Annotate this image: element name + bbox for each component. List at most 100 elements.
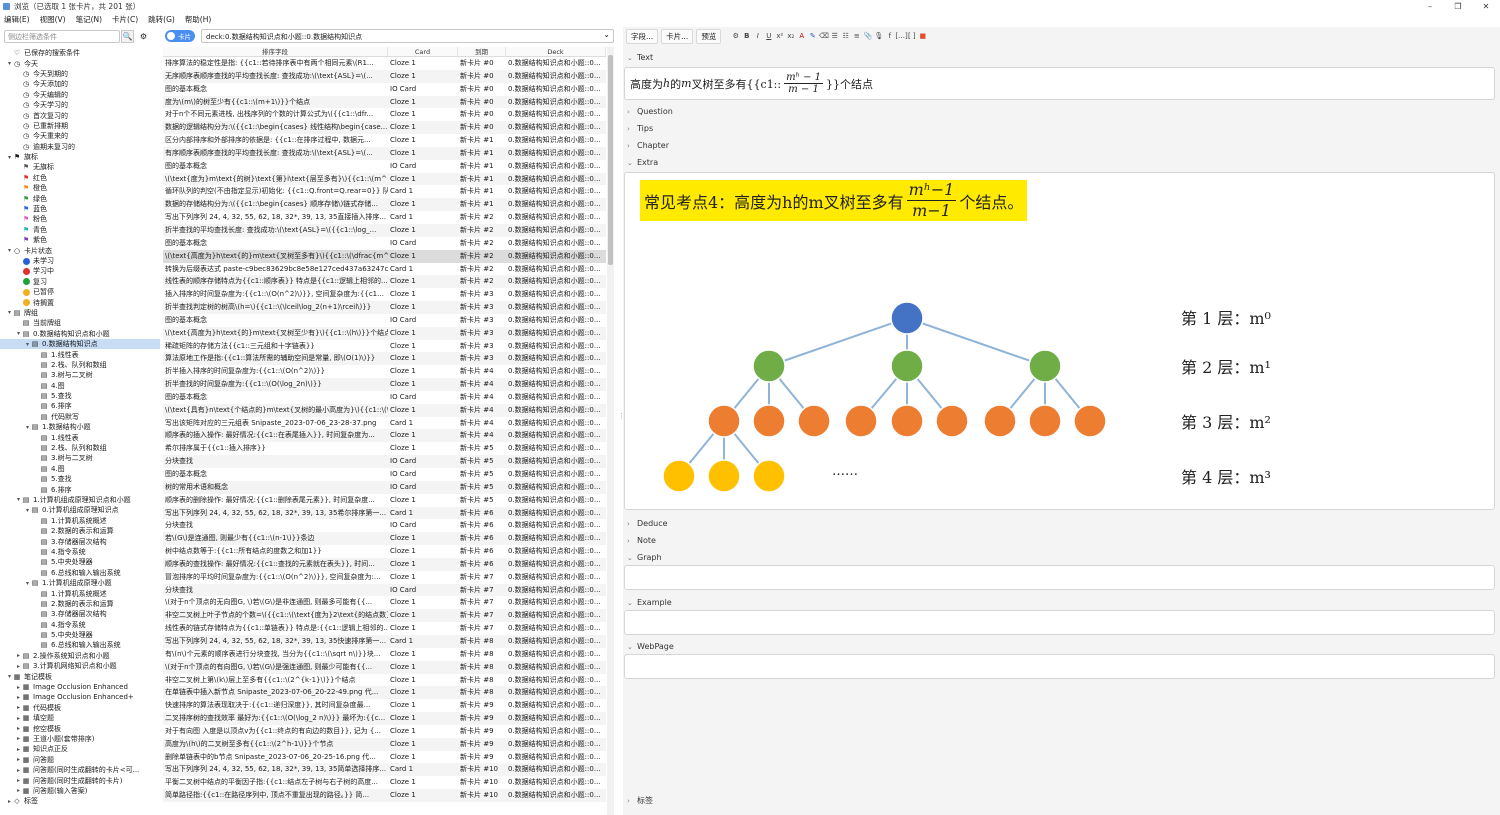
- chevron-down-icon[interactable]: ▾: [24, 507, 31, 514]
- sidebar-item[interactable]: ◷ 今天添加的: [0, 79, 160, 89]
- sidebar-item[interactable]: ▾ ○ 卡片状态: [0, 245, 160, 255]
- chevron-down-icon[interactable]: ⌄: [627, 159, 637, 167]
- sidebar-options-icon[interactable]: ⚙: [137, 30, 150, 43]
- sidebar-item[interactable]: ⚑ 蓝色: [0, 204, 160, 214]
- tags-label[interactable]: › 标签: [627, 795, 653, 806]
- chevron-down-icon[interactable]: ⌄: [627, 643, 637, 651]
- chevron-right-icon[interactable]: ▸: [15, 663, 22, 670]
- sidebar-item[interactable]: 复习: [0, 277, 160, 287]
- sidebar-item[interactable]: ▸ ▦ 王道小题(套带排序): [0, 734, 160, 744]
- sidebar-item[interactable]: ▤ 3.存储器层次结构: [0, 536, 160, 546]
- field-label-webpage[interactable]: ⌄ WebPage: [627, 642, 674, 651]
- sidebar-item[interactable]: ▾ ◷ 今天: [0, 58, 160, 68]
- table-row[interactable]: 稀疏矩阵的存储方法{{c1::三元组和十字链表}} Cloze 1 新卡片 #3 0.…: [163, 340, 606, 353]
- table-row[interactable]: 折半查找判定树的树高\(h=\){{c1::\(\lceil\log_2(n+1…: [163, 301, 606, 314]
- sidebar-item[interactable]: ◷ 逾期未复习的: [0, 142, 160, 152]
- sidebar-item[interactable]: ⚑ 紫色: [0, 235, 160, 245]
- sidebar-item[interactable]: ▤ 6.总线和输入输出系统: [0, 568, 160, 578]
- sidebar-item[interactable]: ▾ ▤ 0.数据结构知识点: [0, 338, 160, 350]
- column-deck[interactable]: Deck: [506, 47, 606, 56]
- table-row[interactable]: 冒泡排序的平均时间复杂度为:{{c1::\(O(n^2)\)}}, 空间复杂度为…: [163, 571, 606, 584]
- sidebar-item[interactable]: ▸ ▦ Image Occlusion Enhanced: [0, 682, 160, 692]
- sidebar-item[interactable]: ▤ 5.中央处理器: [0, 557, 160, 567]
- table-row[interactable]: 快速排序的算法表现取决于:{{c1::递归深度}}, 其时间复杂度最... Clo…: [163, 699, 606, 712]
- chevron-down-icon[interactable]: ⌄: [603, 30, 610, 39]
- sidebar-item[interactable]: 学习中: [0, 266, 160, 276]
- chevron-down-icon[interactable]: ▾: [24, 580, 31, 587]
- column-sort-field[interactable]: 排序字段: [163, 47, 388, 56]
- sidebar-item[interactable]: ▸ ▦ 知识点正反: [0, 744, 160, 754]
- sidebar-item[interactable]: ▤ 1.线性表: [0, 349, 160, 359]
- sidebar-item[interactable]: ◷ 今天到期的: [0, 69, 160, 79]
- table-row[interactable]: 折半查找的时间复杂度为:{{c1::\(O(\log_2n)\)}} Cloze …: [163, 378, 606, 391]
- table-row[interactable]: 对于有向图 入度是以顶点v为{{c1::终点的有向边的数目}}, 记为 {...…: [163, 725, 606, 738]
- sidebar-item[interactable]: ⚑ 无旗标: [0, 162, 160, 172]
- bullet-list-icon[interactable]: ☰: [829, 32, 840, 40]
- sidebar-item[interactable]: ▸ ▦ Image Occlusion Enhanced+: [0, 692, 160, 702]
- menu-view[interactable]: 视图(V): [40, 14, 66, 25]
- sidebar-item[interactable]: ▾ ▤ 1.数据结构小题: [0, 422, 160, 432]
- sidebar-item[interactable]: ▸ ▦ 填空题: [0, 713, 160, 723]
- table-row[interactable]: 写出下列序列 24, 4, 32, 55, 62, 18, 32*, 39, 1…: [163, 763, 606, 777]
- table-row[interactable]: \(对于n个顶点的无向图G, \)若\(G\)是非连通图, 则最多可能有{{..…: [163, 596, 606, 609]
- stop-icon[interactable]: ■: [917, 32, 928, 40]
- sidebar-item[interactable]: ▤ 代码默写: [0, 412, 160, 422]
- table-row[interactable]: 图的基本概念 IO Card 新卡片 #4 0.数据结构知识点和小题::0...: [163, 391, 606, 404]
- chevron-right-icon[interactable]: ▸: [15, 756, 22, 763]
- table-row[interactable]: 图的基本概念 IO Card 新卡片 #3 0.数据结构知识点和小题::0...: [163, 314, 606, 327]
- chevron-down-icon[interactable]: ⌄: [627, 54, 637, 62]
- chevron-right-icon[interactable]: ›: [627, 108, 637, 116]
- table-row[interactable]: 插入排序的时间复杂度为:{{c1::\(O(n^2)\)}}, 空间复杂度为:{…: [163, 288, 606, 301]
- field-label-example[interactable]: ⌄ Example: [627, 598, 672, 607]
- table-row[interactable]: 分块查找 IO Card 新卡片 #7 0.数据结构知识点和小题::0...: [163, 583, 606, 597]
- table-row[interactable]: 图的基本概念 IO Card 新卡片 #1 0.数据结构知识点和小题::0...: [163, 160, 606, 173]
- cards-button[interactable]: 卡片...: [661, 28, 694, 44]
- chevron-right-icon[interactable]: ▸: [15, 704, 22, 711]
- field-label-question[interactable]: › Question: [627, 107, 673, 116]
- superscript-icon[interactable]: x²: [774, 32, 785, 40]
- column-card[interactable]: Card: [388, 47, 458, 56]
- italic-icon[interactable]: I: [752, 32, 763, 40]
- sidebar-item[interactable]: ⚑ 红色: [0, 173, 160, 183]
- table-row[interactable]: 若\(G\)是连通图, 则最少有{{c1::\(n-1\)}}条边 Cloze 1…: [163, 532, 606, 546]
- chevron-down-icon[interactable]: ▾: [15, 330, 22, 337]
- sidebar-item[interactable]: ⚑ 绿色: [0, 193, 160, 203]
- table-row[interactable]: 非空二叉树上第\(k\)层上至多有{{c1::\(2^{k-1}\)}}个结点 C…: [163, 674, 606, 687]
- sidebar-item[interactable]: ▤ 3.存储器层次结构: [0, 609, 160, 619]
- webpage-field-editor[interactable]: [624, 654, 1495, 679]
- extra-field-editor[interactable]: 常见考点4：高度为h的m叉树至多有 mʰ−1 m−1 个结点。 第 1 层：m⁰ …: [624, 172, 1495, 510]
- bracket-icon[interactable]: [ ]: [906, 32, 917, 40]
- chevron-right-icon[interactable]: ›: [627, 520, 637, 528]
- table-scrollbar[interactable]: [607, 47, 614, 815]
- sidebar-item[interactable]: ▾ ▤ 1.计算机组成原理小题: [0, 578, 160, 588]
- table-row[interactable]: 折半插入排序的时间复杂度为:{{c1::\(O(n^2)\)}} Cloze 1 新…: [163, 365, 606, 378]
- sidebar-item[interactable]: ▸ ▦ 问答题(输入答案): [0, 786, 160, 796]
- chevron-right-icon[interactable]: ▸: [15, 725, 22, 732]
- table-row[interactable]: 折半查找的平均查找长度: 查找成功:\(\text{ASL}=\({{c1::\…: [163, 223, 606, 237]
- chevron-down-icon[interactable]: ▾: [24, 341, 31, 348]
- table-row[interactable]: 图的基本概念 IO Card 新卡片 #5 0.数据结构知识点和小题::0...: [163, 468, 606, 481]
- search-icon[interactable]: 🔍: [121, 30, 134, 43]
- table-row[interactable]: \(\text{度为}m\text{的树}\text{第}i\text{层至多有…: [163, 172, 606, 186]
- sidebar-item[interactable]: ▤ 3.树与二叉树: [0, 453, 160, 463]
- sidebar-item[interactable]: ▤ 4.图: [0, 464, 160, 474]
- field-label-graph[interactable]: ⌄ Graph: [627, 553, 662, 562]
- table-row[interactable]: \(\text{高度为}h\text{的}m\text{叉树至少有}\){{c1…: [163, 326, 606, 340]
- chevron-down-icon[interactable]: ▾: [6, 673, 13, 680]
- table-row[interactable]: 排序算法的稳定性是指: {{c1::若待排序表中有两个相同元素\(R1... Cl…: [163, 57, 606, 70]
- sidebar-item[interactable]: ▤ 6.排序: [0, 484, 160, 494]
- sidebar-item[interactable]: ▤ 1.线性表: [0, 432, 160, 442]
- sidebar-item[interactable]: ▾ ▤ 1.计算机组成原理知识点和小题: [0, 495, 160, 505]
- numbered-list-icon[interactable]: ☷: [840, 32, 851, 40]
- table-row[interactable]: 分块查找 IO Card 新卡片 #5 0.数据结构知识点和小题::0...: [163, 455, 606, 468]
- underline-icon[interactable]: U: [763, 32, 774, 40]
- table-row[interactable]: 线性表的链式存储特点为{{c1::单链表}} 特点是:{{c1::逻辑上相邻的.…: [163, 622, 606, 635]
- table-row[interactable]: 区分内部排序和外部排序的依据是: {{c1::在排序过程中, 数据元... Clo…: [163, 134, 606, 147]
- table-row[interactable]: 顺序表的插入操作: 最好情况:{{c1::在表尾插入}}, 时间复杂度为... C…: [163, 429, 606, 443]
- table-row[interactable]: 有\(n\)个元素的顺序表进行分块查找, 当分为{{c1::\(\sqrt n\…: [163, 648, 606, 661]
- chevron-right-icon[interactable]: ›: [627, 125, 637, 133]
- chevron-down-icon[interactable]: ⌄: [627, 554, 637, 562]
- graph-field-editor[interactable]: [624, 565, 1495, 590]
- chevron-right-icon[interactable]: ▸: [15, 684, 22, 691]
- chevron-right-icon[interactable]: ▸: [6, 798, 13, 805]
